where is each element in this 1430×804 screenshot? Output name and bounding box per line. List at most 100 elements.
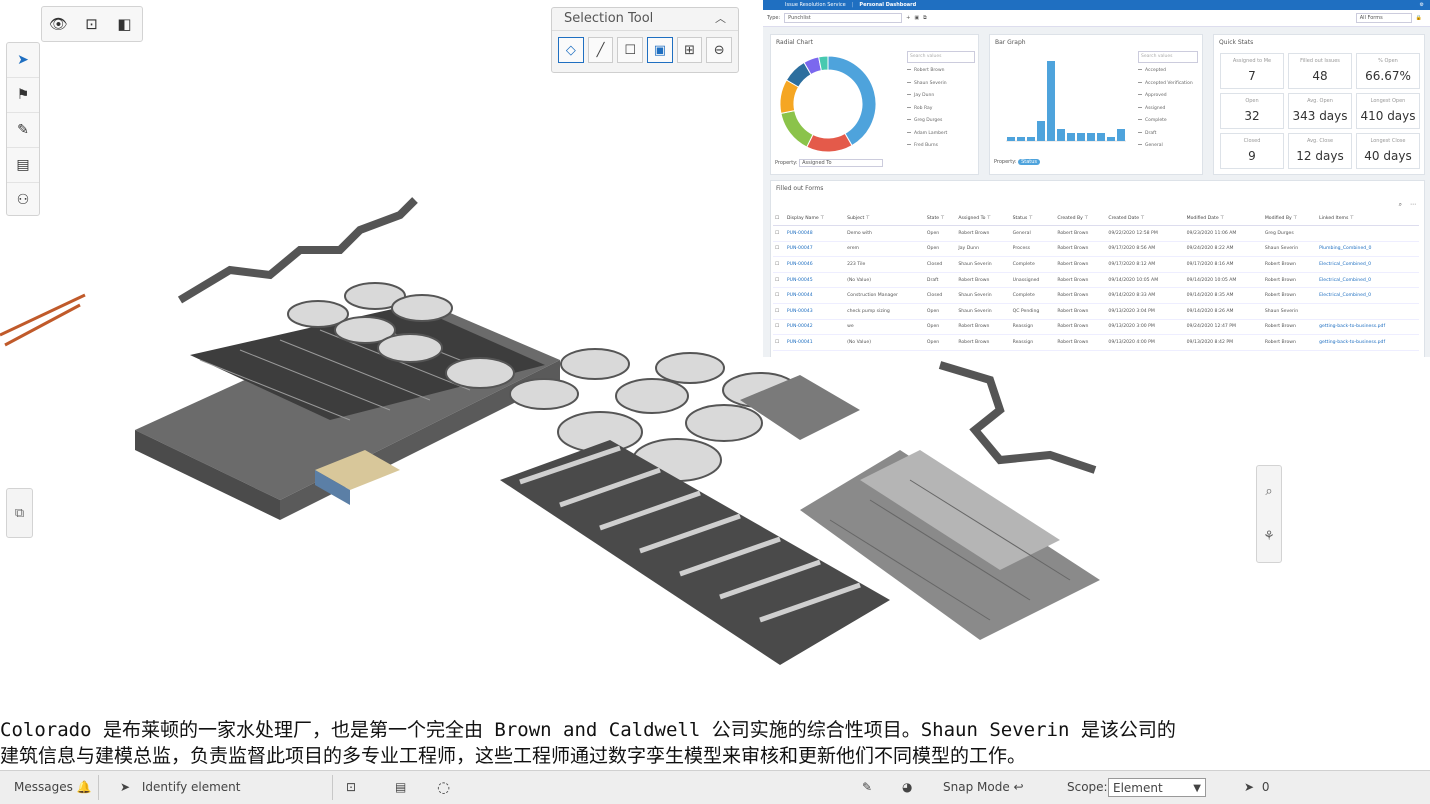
measure-pencil-icon[interactable]: ✎ xyxy=(7,113,39,148)
table-cell[interactable]: PUN-00041 xyxy=(784,334,846,351)
radial-legend-item[interactable]: Jay Dunn xyxy=(907,90,973,103)
table-cell[interactable]: getting-back-to-business.pdf xyxy=(1317,334,1419,351)
table-cell[interactable]: PUN-00043 xyxy=(784,303,846,320)
walk-view-icon[interactable]: ⚇ xyxy=(7,183,39,217)
bar-legend-item[interactable]: Draft xyxy=(1138,128,1196,141)
clip-status-icon[interactable]: ▤ xyxy=(395,771,406,804)
stat-tile[interactable]: % Open 66.67% xyxy=(1356,53,1420,89)
radial-legend-item[interactable]: Rob Ray xyxy=(907,103,973,116)
stat-tile[interactable]: Longest Open 410 days xyxy=(1356,93,1420,129)
box-select-icon[interactable]: ☐ xyxy=(617,37,644,63)
column-header[interactable]: Subject ⊤ xyxy=(845,211,925,226)
table-cell[interactable]: PUN-00045 xyxy=(784,272,846,289)
type-select[interactable]: Punchlist xyxy=(784,13,903,23)
chevron-up-icon[interactable]: ︿ xyxy=(715,8,726,30)
radial-legend-item[interactable]: Adam Lambert xyxy=(907,128,973,141)
table-cell[interactable]: Electrical_Combined_0 xyxy=(1317,256,1419,273)
bar-h[interactable] xyxy=(1077,133,1085,141)
bar-graph[interactable] xyxy=(992,49,1132,159)
pie-slice-jay-dunn[interactable] xyxy=(780,110,814,148)
radial-search-input[interactable]: Search values xyxy=(907,51,975,63)
bar-legend-item[interactable]: Assigned xyxy=(1138,103,1196,116)
messages-button[interactable]: Messages 🔔 xyxy=(14,771,92,804)
radial-chart[interactable] xyxy=(773,49,883,159)
table-cell[interactable]: Electrical_Combined_0 xyxy=(1317,272,1419,289)
lock-icon[interactable]: 🔒 xyxy=(1416,15,1422,21)
bar-legend-item[interactable]: Approved xyxy=(1138,90,1196,103)
table-cell[interactable]: PUN-00046 xyxy=(784,256,846,273)
table-cell[interactable]: Plumbing_Combined_0 xyxy=(1317,241,1419,258)
fit-view-icon[interactable]: ⊡ xyxy=(75,7,108,41)
search-icon[interactable]: ⌕ xyxy=(1265,484,1272,499)
table-cell[interactable]: getting-back-to-business.pdf xyxy=(1317,319,1419,336)
table-cell[interactable] xyxy=(1317,303,1419,320)
column-header[interactable]: Assigned To ⊤ xyxy=(956,211,1011,226)
column-header[interactable]: State ⊤ xyxy=(924,211,957,226)
forms-select[interactable]: All Forms xyxy=(1355,13,1412,23)
copy-icon[interactable]: ⧉ xyxy=(923,15,927,21)
table-cell[interactable]: Electrical_Combined_0 xyxy=(1317,287,1419,304)
row-checkbox[interactable]: ☐ xyxy=(773,319,785,336)
bar-legend-item[interactable]: General xyxy=(1138,140,1196,153)
point-select-icon[interactable]: ◇ xyxy=(558,37,584,63)
stat-tile[interactable]: Open 32 xyxy=(1220,93,1284,129)
table-cell[interactable]: PUN-00042 xyxy=(784,319,846,336)
add-icon[interactable]: + xyxy=(906,15,910,21)
pie-slice-shaun-severin[interactable] xyxy=(806,132,853,153)
section-clip-icon[interactable]: ▤ xyxy=(7,148,39,183)
row-checkbox[interactable]: ☐ xyxy=(773,256,785,273)
bar-c[interactable] xyxy=(1027,137,1035,141)
radial-legend-item[interactable]: Greg Durges xyxy=(907,115,973,128)
row-checkbox[interactable]: ☐ xyxy=(773,303,785,320)
table-cell[interactable]: PUN-00044 xyxy=(784,287,846,304)
row-checkbox[interactable]: ☐ xyxy=(773,241,785,258)
flag-icon[interactable]: ⚑ xyxy=(7,78,39,113)
column-header[interactable]: Status ⊤ xyxy=(1010,211,1056,226)
bar-e[interactable] xyxy=(1047,61,1055,141)
row-checkbox[interactable]: ☐ xyxy=(773,272,785,289)
line-select-icon[interactable]: ╱ xyxy=(587,37,614,63)
bar-legend-item[interactable]: Accepted xyxy=(1138,65,1196,78)
tree-hierarchy-icon[interactable]: ⚘ xyxy=(1263,529,1275,544)
table-row[interactable]: ☐ PUN-00041 (No Value) Open Robert Brown Reas… xyxy=(773,334,1419,351)
column-header[interactable]: Modified Date ⊤ xyxy=(1184,211,1263,226)
table-more-icon[interactable]: ⋯ xyxy=(1410,201,1416,208)
markup-pencil-icon[interactable]: ✎ xyxy=(862,771,872,804)
bar-f[interactable] xyxy=(1057,129,1065,141)
column-header[interactable]: Modified By ⊤ xyxy=(1262,211,1318,226)
save-icon[interactable]: ▣ xyxy=(914,15,919,21)
fit-view-status-icon[interactable]: ⊡ xyxy=(346,771,356,804)
select-inside-icon[interactable]: ▣ xyxy=(647,37,673,63)
bar-legend-item[interactable]: Complete xyxy=(1138,115,1196,128)
table-row[interactable]: ☐ PUN-00042 we Open Robert Brown Reassign Robe… xyxy=(773,319,1419,336)
selection-tool-header[interactable]: Selection Tool ︿ xyxy=(552,8,738,31)
add-selection-icon[interactable]: ⊞ xyxy=(676,37,703,63)
scope-select[interactable]: Element ▼ xyxy=(1108,778,1206,797)
table-row[interactable]: ☐ PUN-00043 check pump sizing Open Shaun Sev… xyxy=(773,303,1419,320)
pie-slice-robert-brown[interactable] xyxy=(827,55,877,147)
snap-mode-toggle[interactable]: Snap Mode ↩ xyxy=(943,771,1024,804)
bar-property-chip[interactable]: Status xyxy=(1018,159,1041,165)
stat-tile[interactable]: Longest Close 40 days xyxy=(1356,133,1420,169)
bar-l[interactable] xyxy=(1117,129,1125,141)
table-cell[interactable]: PUN-00048 xyxy=(784,225,846,242)
column-header[interactable]: Linked Items ⊤ xyxy=(1317,211,1419,226)
radial-legend-item[interactable]: Shaun Severin xyxy=(907,78,973,91)
row-checkbox[interactable]: ☐ xyxy=(773,225,785,242)
bar-g[interactable] xyxy=(1067,133,1075,141)
stat-tile[interactable]: Avg. Open 343 days xyxy=(1288,93,1352,129)
render-mode-icon[interactable]: ◧ xyxy=(108,7,141,41)
row-checkbox[interactable]: ☐ xyxy=(773,334,785,351)
table-cell[interactable] xyxy=(1317,225,1419,242)
settings-gear-icon[interactable]: ⚙ xyxy=(1420,0,1424,10)
table-row[interactable]: ☐ PUN-00048 Demo with Open Robert Brown Gener… xyxy=(773,225,1419,242)
stat-tile[interactable]: Assigned to Me 7 xyxy=(1220,53,1284,89)
bar-j[interactable] xyxy=(1097,133,1105,141)
column-header[interactable]: Created By ⊤ xyxy=(1055,211,1107,226)
bar-k[interactable] xyxy=(1107,137,1115,141)
bar-i[interactable] xyxy=(1087,133,1095,141)
visibility-eye-icon[interactable]: 👁 xyxy=(42,7,75,41)
radial-legend-item[interactable]: Fred Burns xyxy=(907,140,973,153)
column-header[interactable]: Display Name ⊤ xyxy=(784,211,846,226)
bar-legend-item[interactable]: Accepted Verification xyxy=(1138,78,1196,91)
